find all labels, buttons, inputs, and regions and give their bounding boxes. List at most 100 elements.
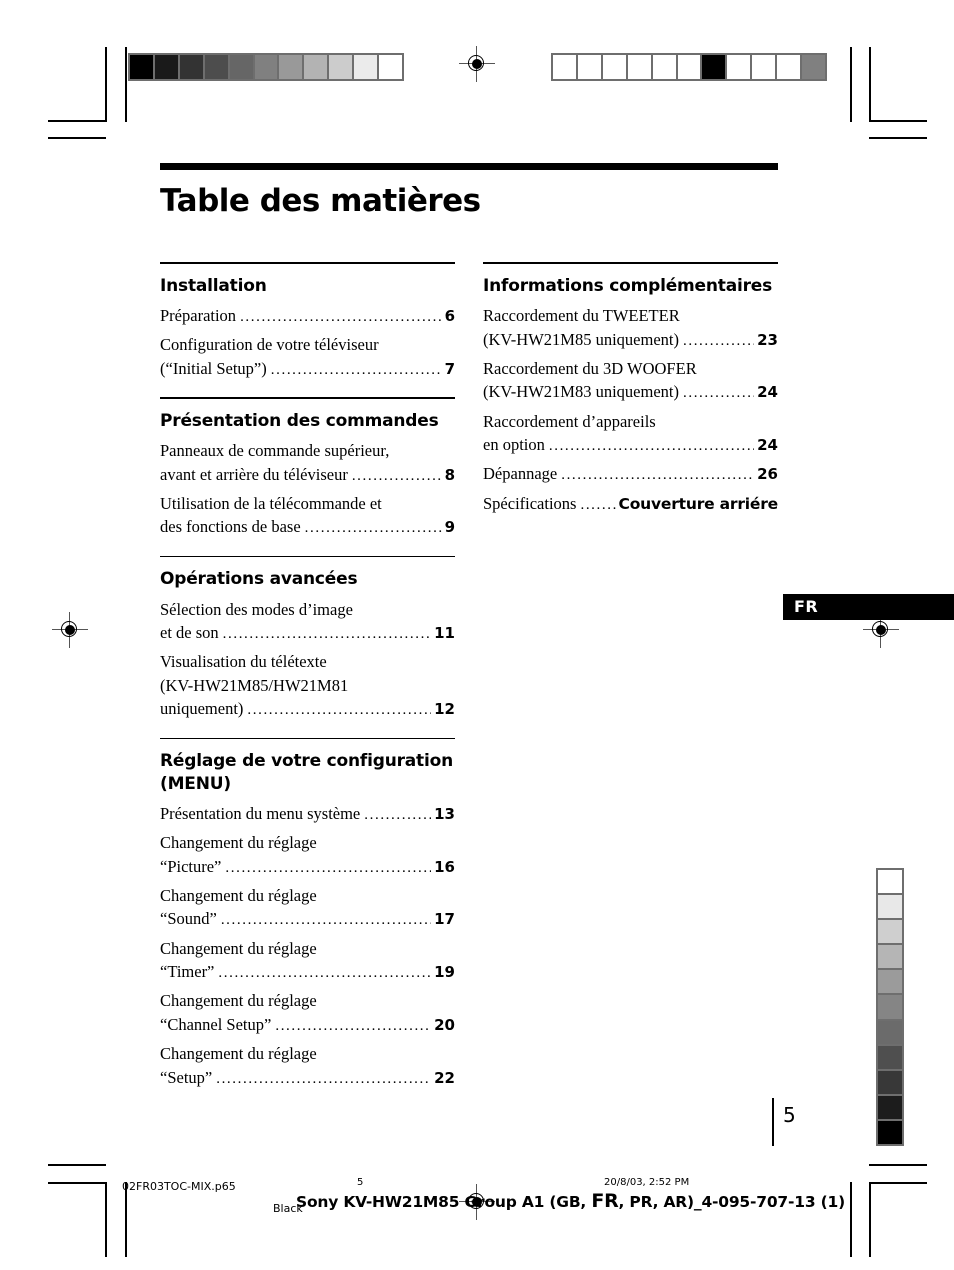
toc-entry-page: 16: [434, 857, 455, 876]
toc-entry-text: (KV-HW21M85/HW21M81: [160, 675, 349, 695]
toc-section: Opérations avancées Sélection des modes d…: [160, 555, 455, 722]
toc-entry-text: “Picture”: [160, 856, 222, 876]
section-heading: Informations complémentaires: [483, 275, 773, 296]
toc-entry[interactable]: Changement du réglage “Picture”..........…: [160, 831, 455, 879]
toc-entry[interactable]: Dépannage...............................…: [483, 462, 778, 486]
toc-entry-text: Changement du réglage: [160, 938, 317, 958]
toc-entry-text: Changement du réglage: [160, 991, 317, 1011]
density-swatch: [652, 55, 676, 79]
gradient-bar-right-edge: [876, 868, 904, 1146]
toc-entry-line: Visualisation du télétexte: [160, 650, 455, 673]
density-swatch: [379, 55, 402, 79]
toc-entry-last-line: Préparation.............................…: [160, 304, 455, 328]
section-rule: [483, 262, 778, 264]
toc-entry-page: 7: [444, 359, 455, 378]
footer-timestamp: 20/8/03, 2:52 PM: [604, 1177, 690, 1188]
toc-entry-text: “Timer”: [160, 962, 215, 982]
toc-entry-page: 12: [434, 700, 455, 719]
density-swatch: [878, 870, 902, 894]
toc-entry-text: “Sound”: [160, 909, 217, 929]
toc-entry-last-line: et de son...............................…: [160, 621, 455, 645]
toc-entry-line: Configuration de votre téléviseur: [160, 333, 455, 356]
density-swatch: [179, 55, 203, 79]
toc-entry-text: Raccordement d’appareils: [483, 411, 656, 431]
density-swatch: [204, 55, 228, 79]
language-tab-label: FR: [794, 597, 819, 616]
leader-dots: ........................................…: [247, 702, 431, 719]
toc-entry[interactable]: Changement du réglage “Setup”............…: [160, 1042, 455, 1090]
footer-page-number: 5: [357, 1177, 364, 1188]
crop-mark-bottom-right-tick: [850, 1182, 852, 1257]
toc-entry-page: 20: [434, 1015, 455, 1034]
toc-entry-line: Changement du réglage: [160, 937, 455, 960]
toc-entry-text: Changement du réglage: [160, 833, 317, 853]
toc-entry[interactable]: Spécifications..........................…: [483, 492, 778, 516]
density-swatch: [802, 55, 825, 79]
crop-mark-bottom-right-horizontal-2: [869, 1164, 927, 1166]
registration-mark-left-middle: [52, 612, 88, 648]
crop-mark-bottom-left-horizontal-2: [48, 1164, 106, 1166]
leader-dots: ........................................…: [683, 385, 754, 402]
page-title: Table des matières: [160, 183, 481, 219]
density-swatch: [878, 945, 902, 969]
toc-entry-page: 24: [757, 435, 778, 454]
toc-entry-text: “Channel Setup”: [160, 1014, 272, 1034]
leader-dots: ........................................…: [270, 361, 442, 378]
toc-entry-text: (KV-HW21M85 uniquement): [483, 329, 679, 349]
toc-entry-line: Panneaux de commande supérieur,: [160, 439, 455, 462]
toc-entry-page: 23: [757, 330, 778, 349]
toc-entry-page: 11: [434, 624, 455, 643]
toc-entry[interactable]: Sélection des modes d’image et de son....…: [160, 598, 455, 646]
density-swatch: [254, 55, 278, 79]
toc-entry-last-line: Présentation du menu système............…: [160, 802, 455, 826]
toc-entry[interactable]: Changement du réglage “Channel Setup”....…: [160, 989, 455, 1037]
toc-entry[interactable]: Utilisation de la télécommande et des fon…: [160, 492, 455, 540]
toc-entry[interactable]: Raccordement du TWEETER (KV-HW21M85 uniqu…: [483, 304, 778, 352]
toc-entry-text: et de son: [160, 623, 219, 643]
toc-entry[interactable]: Configuration de votre téléviseur (“Initi…: [160, 333, 455, 381]
density-swatch: [602, 55, 626, 79]
density-swatch: [878, 1070, 902, 1094]
toc-entry[interactable]: Raccordement d’appareils en option.......…: [483, 410, 778, 458]
section-rule: [160, 397, 455, 399]
toc-entry[interactable]: Changement du réglage “Timer”............…: [160, 937, 455, 985]
toc-entry-text: uniquement): [160, 699, 244, 719]
density-swatch: [354, 55, 378, 79]
density-swatch: [878, 995, 902, 1019]
toc-entry-text: Visualisation du télétexte: [160, 652, 327, 672]
toc-entry-line: Changement du réglage: [160, 884, 455, 907]
toc-entry-text: “Setup”: [160, 1067, 213, 1087]
toc-entry[interactable]: Présentation du menu système............…: [160, 802, 455, 826]
toc-entry[interactable]: Panneaux de commande supérieur, avant et …: [160, 439, 455, 487]
density-swatch: [752, 55, 776, 79]
color-bar-top-right: [551, 53, 827, 81]
toc-entry[interactable]: Préparation.............................…: [160, 304, 455, 328]
toc-entry-last-line: Dépannage...............................…: [483, 462, 778, 486]
leader-dots: ........................................…: [548, 437, 754, 454]
toc-entry[interactable]: Raccordement du 3D WOOFER (KV-HW21M83 uni…: [483, 357, 778, 405]
toc-entry-text: en option: [483, 434, 545, 454]
toc-section: Présentation des commandes Panneaux de co…: [160, 397, 455, 539]
leader-dots: ........................................…: [218, 965, 431, 982]
toc-section: Installation Préparation.................…: [160, 262, 455, 381]
toc-entry-last-line: (KV-HW21M83 uniquement).................…: [483, 380, 778, 404]
toc-section: Réglage de votre configuration (MENU) Pré…: [160, 737, 455, 1090]
toc-page-content: Table des matières Installation Préparati…: [160, 163, 778, 1095]
section-rule: [160, 737, 455, 740]
toc-entry-page: 8: [444, 465, 455, 484]
density-swatch: [553, 55, 576, 79]
toc-entry-text: (“Initial Setup”): [160, 358, 267, 378]
toc-entry[interactable]: Visualisation du télétexte (KV-HW21M85/HW…: [160, 650, 455, 721]
density-swatch: [130, 55, 153, 79]
toc-entry-text: (KV-HW21M83 uniquement): [483, 382, 679, 402]
footer-document-title: Sony KV-HW21M85 Group A1 (GB, FR, PR, AR…: [296, 1190, 845, 1212]
toc-entry-page: 13: [434, 804, 455, 823]
toc-entry-page: 9: [444, 518, 455, 537]
toc-entry-text: Préparation: [160, 306, 237, 326]
toc-entry-page: 26: [757, 465, 778, 484]
toc-entry-line: (KV-HW21M85/HW21M81: [160, 674, 455, 697]
language-tab-fr: FR: [783, 594, 954, 620]
toc-entry-text: Utilisation de la télécommande et: [160, 493, 382, 513]
crop-mark-top-left-vertical: [105, 47, 107, 122]
toc-entry[interactable]: Changement du réglage “Sound”............…: [160, 884, 455, 932]
